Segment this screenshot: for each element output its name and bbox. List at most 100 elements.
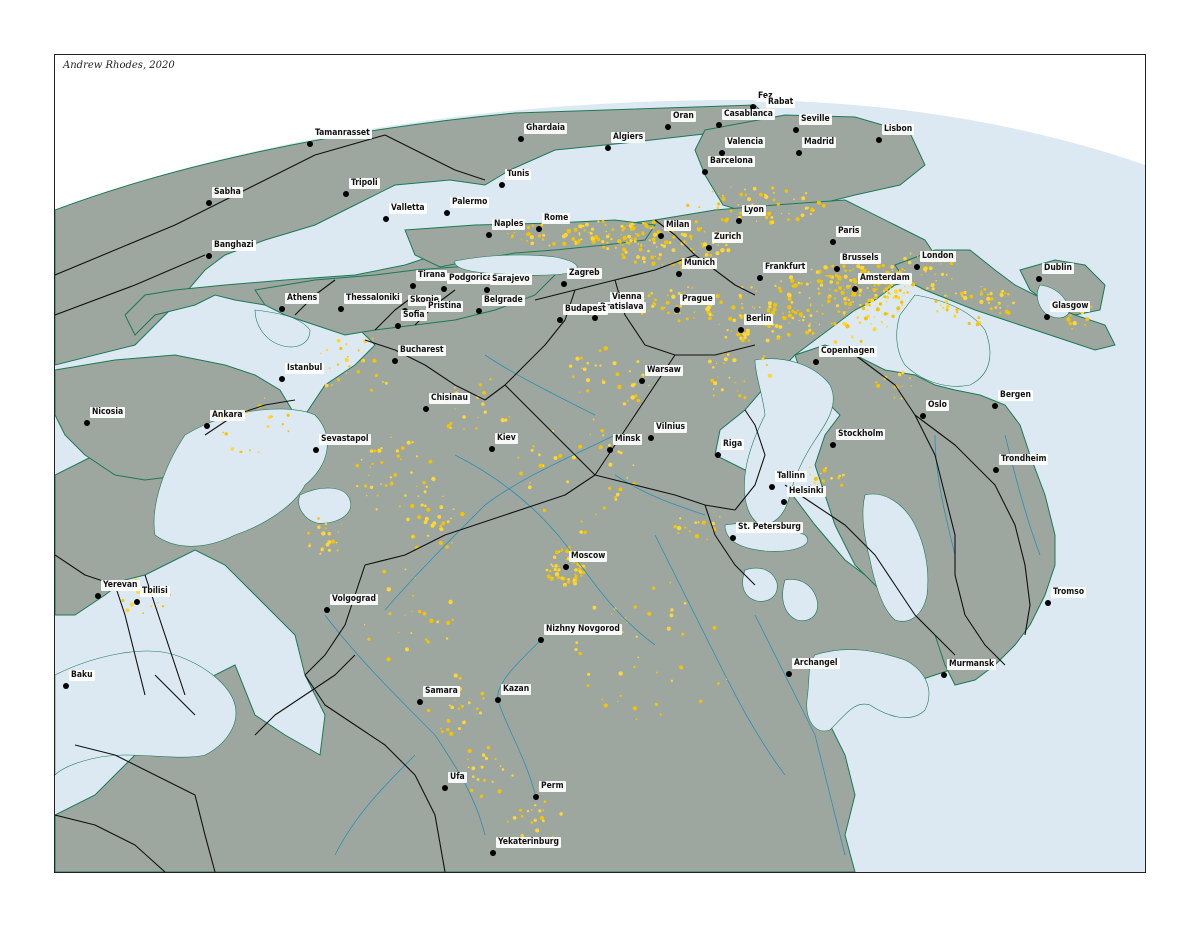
urban-light (806, 308, 810, 313)
urban-light (549, 577, 554, 581)
city-label: Madrid (802, 137, 837, 148)
urban-light (659, 713, 662, 716)
urban-light (619, 694, 622, 697)
urban-light (371, 462, 374, 465)
urban-light (511, 774, 514, 777)
urban-light (638, 247, 643, 252)
city-label: Helsinki (787, 486, 826, 497)
urban-light (776, 202, 780, 206)
urban-light (622, 235, 627, 241)
urban-light (693, 317, 695, 319)
urban-light (901, 303, 904, 307)
urban-light (339, 346, 343, 351)
urban-light (650, 255, 655, 260)
urban-light (1090, 305, 1093, 309)
urban-light (647, 249, 650, 253)
urban-light (376, 494, 379, 497)
city-dot (383, 216, 389, 222)
urban-light (467, 701, 471, 705)
urban-light (572, 581, 574, 583)
urban-light (622, 402, 627, 406)
urban-light (980, 290, 983, 292)
city-dot (658, 233, 664, 239)
urban-light (575, 641, 579, 644)
urban-light (439, 524, 443, 528)
city-dot (444, 210, 450, 216)
urban-light (868, 304, 871, 306)
urban-light (670, 679, 674, 682)
urban-light (987, 301, 991, 304)
city-dot (279, 376, 285, 382)
city-label: Athens (285, 293, 320, 304)
urban-light (773, 191, 775, 194)
urban-light (605, 234, 610, 239)
urban-light (445, 637, 449, 640)
urban-light (622, 244, 624, 246)
urban-light (386, 587, 391, 592)
urban-light (720, 218, 724, 222)
urban-light (767, 211, 771, 216)
urban-light (671, 248, 676, 253)
urban-light (615, 492, 620, 497)
urban-light (828, 274, 832, 278)
urban-light (428, 459, 433, 464)
urban-light (554, 564, 558, 568)
city-dot (830, 239, 836, 245)
urban-light (739, 192, 743, 197)
urban-light (759, 192, 763, 197)
urban-light (552, 555, 557, 559)
urban-light (669, 613, 674, 618)
city-label: Yekaterinburg (496, 837, 562, 848)
urban-light (686, 203, 690, 207)
urban-light (530, 448, 534, 452)
urban-light (849, 285, 851, 287)
urban-light (787, 297, 792, 301)
urban-light (642, 231, 644, 233)
urban-light (629, 239, 633, 243)
urban-light (859, 339, 863, 343)
urban-light (859, 303, 862, 307)
urban-light (892, 296, 896, 299)
urban-light (660, 243, 664, 247)
urban-light (425, 485, 428, 489)
urban-light (830, 322, 833, 325)
urban-light (847, 298, 850, 302)
urban-light (669, 581, 672, 584)
urban-light (934, 300, 938, 303)
urban-light (363, 624, 366, 626)
urban-light (635, 718, 638, 721)
urban-light (744, 193, 748, 196)
urban-light (852, 301, 854, 303)
urban-light (617, 384, 622, 390)
urban-light (1085, 317, 1090, 322)
urban-light (510, 236, 514, 239)
city-dot (484, 287, 490, 293)
urban-light (439, 505, 444, 510)
urban-light (446, 728, 450, 732)
urban-light (708, 316, 712, 321)
urban-light (411, 535, 414, 538)
city-label: Chisinau (429, 393, 470, 404)
urban-light (1069, 314, 1072, 317)
city-dot (830, 442, 836, 448)
urban-light (430, 523, 435, 528)
urban-light (508, 415, 511, 418)
urban-light (1068, 321, 1073, 326)
urban-light (382, 380, 384, 383)
urban-light (845, 310, 847, 313)
urban-light (622, 255, 626, 260)
urban-light (791, 284, 796, 288)
urban-light (994, 306, 998, 309)
urban-light (873, 316, 876, 318)
urban-light (946, 295, 949, 297)
urban-light (784, 189, 789, 193)
urban-light (446, 719, 451, 723)
urban-light (724, 335, 728, 339)
city-label: Warsaw (645, 365, 683, 376)
urban-light (438, 541, 443, 545)
urban-light (940, 263, 942, 265)
urban-light (979, 292, 984, 296)
urban-light (698, 206, 701, 209)
urban-light (121, 599, 125, 602)
urban-light (791, 316, 795, 320)
